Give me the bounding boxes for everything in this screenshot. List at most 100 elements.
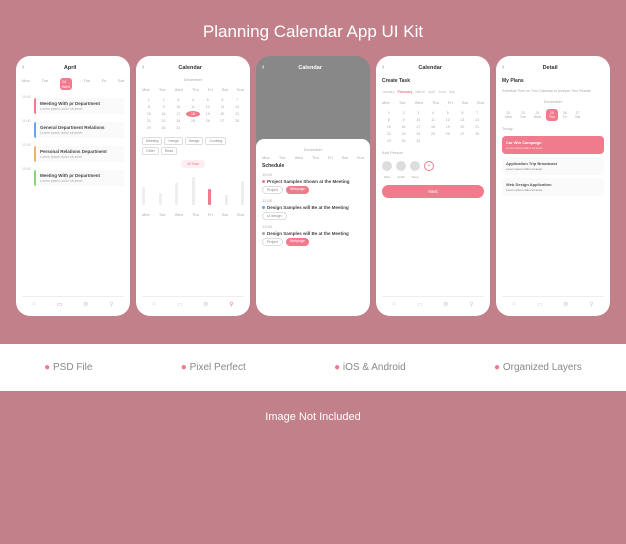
plan-card[interactable]: Web Design ApplicationLorem ipsum dolor …	[502, 178, 604, 196]
nav-settings-icon[interactable]: ⚙	[203, 301, 208, 308]
category-chip[interactable]: Other	[142, 147, 159, 155]
calendar-day[interactable]: 26	[441, 131, 455, 137]
calendar-day[interactable]: 28	[230, 118, 244, 124]
nav-home-icon[interactable]: ⌂	[32, 301, 36, 308]
calendar-day[interactable]: 3	[411, 110, 425, 116]
nav-profile-icon[interactable]: ⚲	[589, 301, 593, 308]
nav-profile-icon[interactable]: ⚲	[109, 301, 113, 308]
calendar-day[interactable]: 6	[456, 110, 470, 116]
calendar-day[interactable]: 7	[470, 110, 484, 116]
calendar-day[interactable]: 21	[230, 111, 244, 117]
calendar-day[interactable]: 13	[216, 104, 230, 110]
nav-settings-icon[interactable]: ⚙	[83, 301, 88, 308]
month-tab[interactable]: July	[449, 90, 455, 94]
event-card[interactable]: Personal Relations DepartmentLorem ipsum…	[34, 146, 124, 162]
month-tab[interactable]: April	[428, 90, 435, 94]
nav-calendar-icon[interactable]: ▭	[177, 301, 183, 308]
calendar-day[interactable]: 15	[382, 124, 396, 130]
schedule-chip[interactable]: Webpage	[286, 186, 309, 194]
calendar-day[interactable]: 4	[426, 110, 440, 116]
calendar-day[interactable]: 2	[157, 97, 171, 103]
calendar-day[interactable]: 24	[411, 131, 425, 137]
calendar-day[interactable]: 30	[157, 125, 171, 131]
plan-card[interactable]: Car Win CampaignLorem ipsum dolor sit am…	[502, 136, 604, 154]
calendar-day[interactable]: 23	[157, 118, 171, 124]
date-pill[interactable]: 26Fri	[560, 109, 570, 121]
category-chip[interactable]: Meeting	[142, 137, 162, 145]
nav-calendar-icon[interactable]: ▭	[417, 301, 423, 308]
calendar-day[interactable]: 25	[186, 118, 200, 124]
calendar-day[interactable]: 17	[411, 124, 425, 130]
nav-calendar-icon[interactable]: ▭	[537, 301, 543, 308]
calendar-day[interactable]: 20	[456, 124, 470, 130]
month-tab[interactable]: March	[415, 90, 425, 94]
add-person-button[interactable]: +	[424, 161, 434, 171]
date-pill[interactable]: 22Mon	[502, 109, 515, 121]
schedule-item[interactable]: 13:30Design Samples will Be at the Meeti…	[262, 224, 364, 246]
date-pills[interactable]: 22Mon23Tue24Wed25Thu26Fri27Sat	[502, 109, 604, 121]
calendar-day[interactable]: 29	[142, 125, 156, 131]
calendar-day[interactable]: 19	[201, 111, 215, 117]
category-chip[interactable]: Cooking	[205, 137, 226, 145]
calendar-day[interactable]: 11	[186, 104, 200, 110]
calendar-day[interactable]: 10	[171, 104, 185, 110]
calendar-day[interactable]: 18	[186, 111, 200, 117]
calendar-day[interactable]: 1	[382, 110, 396, 116]
calendar-day[interactable]: 5	[201, 97, 215, 103]
schedule-item[interactable]: 12:00Design Samples will Be at the Meeti…	[262, 198, 364, 220]
month-tab[interactable]: February	[397, 90, 412, 94]
calendar-day[interactable]: 11	[426, 117, 440, 123]
schedule-chip[interactable]: Webpage	[286, 238, 309, 246]
calendar-day[interactable]: 30	[397, 138, 411, 144]
selected-day[interactable]: 24Wed	[60, 78, 72, 90]
month-tab[interactable]: January	[382, 90, 394, 94]
calendar-day[interactable]: 26	[201, 118, 215, 124]
calendar-day[interactable]: 8	[142, 104, 156, 110]
calendar-day[interactable]: 14	[230, 104, 244, 110]
calendar-day[interactable]: 17	[171, 111, 185, 117]
calendar-day[interactable]: 9	[397, 117, 411, 123]
nav-profile-icon[interactable]: ⚲	[229, 301, 233, 308]
category-chip[interactable]: Hangs	[164, 137, 182, 145]
calendar-day[interactable]: 10	[411, 117, 425, 123]
calendar-day[interactable]: 4	[186, 97, 200, 103]
calendar-day[interactable]: 31	[171, 125, 185, 131]
date-pill[interactable]: 27Sat	[572, 109, 583, 121]
nav-profile-icon[interactable]: ⚲	[469, 301, 473, 308]
calendar-day[interactable]: 16	[397, 124, 411, 130]
calendar-day[interactable]: 28	[470, 131, 484, 137]
plan-card[interactable]: Application Trip BroadcastLorem ipsum do…	[502, 157, 604, 175]
avatar[interactable]	[396, 161, 406, 171]
calendar-day[interactable]: 15	[142, 111, 156, 117]
schedule-chip[interactable]: Project	[262, 186, 283, 194]
calendar-day[interactable]: 7	[230, 97, 244, 103]
calendar-day[interactable]: 22	[382, 131, 396, 137]
calendar-day[interactable]: 27	[216, 118, 230, 124]
avatar[interactable]	[382, 161, 392, 171]
calendar-day[interactable]: 22	[142, 118, 156, 124]
nav-calendar-icon[interactable]: ▭	[57, 301, 63, 308]
calendar-day[interactable]: 9	[157, 104, 171, 110]
calendar-day[interactable]: 16	[157, 111, 171, 117]
month-tabs[interactable]: JanuaryFebruaryMarchAprilJuneJuly	[382, 90, 484, 94]
nav-settings-icon[interactable]: ⚙	[563, 301, 568, 308]
avatar[interactable]	[410, 161, 420, 171]
schedule-item[interactable]: 10:00Project Samples Shown at the Meetin…	[262, 172, 364, 194]
calendar-day[interactable]: 24	[171, 118, 185, 124]
back-icon[interactable]: ‹	[262, 64, 264, 71]
calendar-day[interactable]: 29	[382, 138, 396, 144]
calendar-day[interactable]: 14	[470, 117, 484, 123]
calendar-day[interactable]: 8	[382, 117, 396, 123]
calendar-day[interactable]: 27	[456, 131, 470, 137]
back-icon[interactable]: ‹	[502, 64, 504, 71]
nav-home-icon[interactable]: ⌂	[152, 301, 156, 308]
calendar-day[interactable]: 31	[411, 138, 425, 144]
category-chip[interactable]: Read	[161, 147, 177, 155]
calendar-grid[interactable]: 1234567891011121314151617181920212223242…	[382, 110, 484, 144]
event-card[interactable]: Meeting With pr DepartmentLorem ipsum do…	[34, 170, 124, 186]
calendar-grid[interactable]: 1234567891011121314151617181920212223242…	[142, 97, 244, 131]
back-icon[interactable]: ‹	[382, 64, 384, 71]
nav-home-icon[interactable]: ⌂	[392, 301, 396, 308]
calendar-day[interactable]: 12	[441, 117, 455, 123]
schedule-chip[interactable]: Ui design	[262, 212, 287, 220]
